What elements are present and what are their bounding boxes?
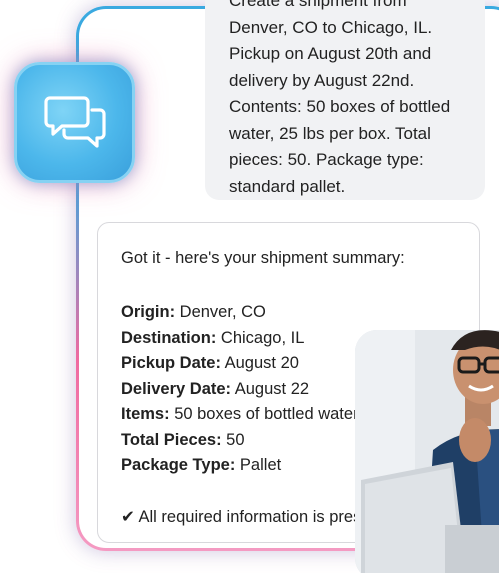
summary-field-package-type: Package Type: Pallet — [121, 456, 281, 475]
summary-field-origin: Origin: Denver, CO — [121, 303, 266, 322]
summary-field-total-pieces: Total Pieces: 50 — [121, 431, 245, 450]
chat-bubbles-icon — [43, 95, 106, 148]
person-with-laptop-photo — [355, 330, 499, 573]
person-illustration — [355, 330, 499, 573]
user-message-line: water, 25 lbs per box. Total — [229, 123, 431, 143]
field-label: Package Type: — [121, 456, 236, 474]
field-value: August 22 — [231, 379, 310, 398]
user-message-line: standard pallet. — [229, 176, 346, 196]
field-label: Total Pieces: — [121, 430, 222, 449]
user-message-line: Pickup on August 20th and — [229, 44, 432, 63]
field-value: Chicago, IL — [216, 328, 305, 347]
summary-status: ✔ All required information is present — [121, 508, 385, 526]
user-message-bubble: Create a shipment from Denver, CO to Chi… — [205, 0, 485, 200]
summary-field-pickup-date: Pickup Date: August 20 — [121, 354, 299, 373]
field-value: 50 — [221, 430, 245, 449]
field-label: Origin: — [121, 303, 176, 321]
user-message-line: Contents: 50 boxes of bottled — [229, 97, 451, 116]
summary-field-items: Items: 50 boxes of bottled water — [121, 405, 359, 424]
field-label: Destination: — [121, 328, 217, 347]
summary-intro: Got it - here's your shipment summary: — [121, 249, 405, 267]
field-label: Delivery Date: — [121, 379, 232, 398]
field-value: 50 boxes of bottled water — [169, 405, 359, 423]
field-label: Items: — [121, 405, 170, 423]
user-message-line: delivery by August 22nd. — [229, 70, 415, 90]
field-label: Pickup Date: — [121, 354, 221, 372]
user-message-line: Denver, CO to Chicago, IL. — [229, 17, 433, 37]
chat-app-tile — [14, 62, 135, 183]
summary-field-destination: Destination: Chicago, IL — [121, 329, 304, 348]
field-value: Pallet — [235, 456, 282, 474]
user-message-line: Create a shipment from — [229, 0, 407, 10]
user-message-line: pieces: 50. Package type: — [229, 150, 424, 169]
summary-field-delivery-date: Delivery Date: August 22 — [121, 380, 309, 399]
field-value: August 20 — [220, 354, 299, 372]
field-value: Denver, CO — [175, 303, 266, 321]
